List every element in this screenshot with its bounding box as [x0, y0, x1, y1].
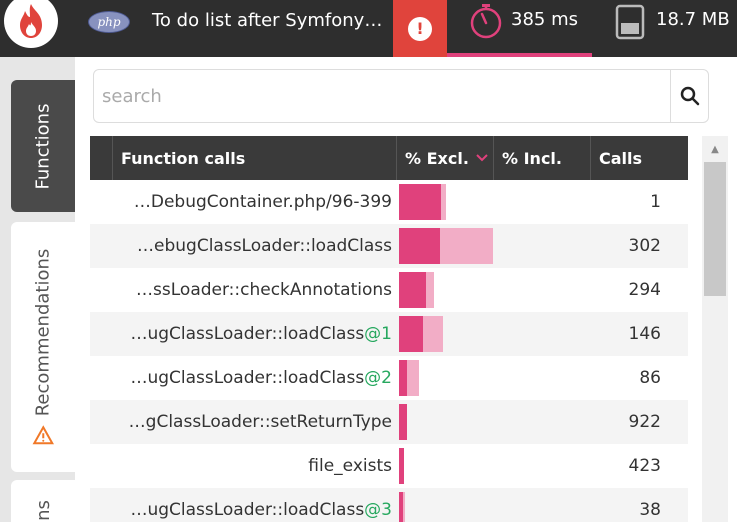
excl-bar [399, 492, 403, 522]
header-incl[interactable]: % Incl. [493, 136, 590, 180]
excl-bar [399, 360, 407, 396]
table-row[interactable]: …ugClassLoader::loadClass @3 38 [90, 488, 688, 522]
excl-bar [399, 448, 404, 484]
php-badge: php [88, 11, 130, 33]
search-button[interactable] [670, 70, 708, 122]
tab-recommendations-label: Recommendations [32, 248, 54, 416]
blackfire-logo[interactable] [4, 0, 58, 48]
flame-icon [20, 4, 42, 38]
tab-recommendations[interactable]: Recommendations [11, 222, 75, 472]
memory-value[interactable]: 18.7 MB [656, 9, 730, 30]
function-name: …DebugContainer.php/96-399 [133, 192, 392, 212]
header-calls[interactable]: Calls [590, 136, 688, 180]
function-name: …ssLoader::checkAnnotations [136, 280, 392, 300]
header-excl-label: % Excl. [405, 148, 469, 168]
header-function-calls[interactable]: Function calls [112, 136, 396, 180]
excl-bar [399, 184, 441, 220]
time-value: 385 ms [511, 9, 578, 30]
table-row[interactable]: …ebugClassLoader::loadClass 302 [90, 224, 688, 268]
search-box [93, 69, 709, 123]
warning-icon [32, 424, 54, 444]
table-row[interactable]: …ssLoader::checkAnnotations 294 [90, 268, 688, 312]
calls-count: 1 [650, 192, 661, 212]
table-row[interactable]: …ugClassLoader::loadClass @1 146 [90, 312, 688, 356]
scroll-thumb[interactable] [704, 162, 726, 296]
header-excl[interactable]: % Excl. [396, 136, 493, 180]
stopwatch-icon [470, 4, 502, 39]
table-row[interactable]: file_exists 423 [90, 444, 688, 488]
function-name: …ebugClassLoader::loadClass [137, 236, 392, 256]
php-badge-label: php [97, 15, 121, 29]
table-row[interactable]: …ugClassLoader::loadClass @2 86 [90, 356, 688, 400]
tab-functions[interactable]: Functions [11, 80, 75, 212]
function-name: …ugClassLoader::loadClass @1 [130, 324, 392, 344]
calls-count: 423 [628, 456, 661, 476]
search-icon [680, 86, 699, 106]
table-header: Function calls % Excl. % Incl. Calls [90, 136, 688, 180]
calls-count: 86 [639, 368, 661, 388]
scroll-up-icon[interactable]: ▲ [702, 136, 728, 162]
excl-bar [399, 404, 407, 440]
function-name: …ugClassLoader::loadClass @2 [130, 368, 392, 388]
function-name: …ugClassLoader::loadClass @3 [130, 500, 392, 520]
memory-icon [615, 4, 645, 40]
excl-bar [399, 272, 426, 308]
profile-title[interactable]: To do list after Symfony… [152, 10, 382, 31]
excl-bar [399, 316, 423, 352]
sort-desc-icon [476, 154, 488, 162]
function-calls-table: …DebugContainer.php/96-399 1 …ebugClassL… [90, 180, 688, 522]
table-row[interactable]: …gClassLoader::setReturnType 922 [90, 400, 688, 444]
calls-count: 302 [628, 236, 661, 256]
function-name: …gClassLoader::setReturnType [128, 412, 392, 432]
header-calls-label: Calls [599, 148, 643, 168]
time-metric[interactable]: 385 ms [447, 0, 592, 57]
excl-bar [399, 228, 440, 264]
calls-count: 38 [639, 500, 661, 520]
tab-third[interactable]: ns [11, 480, 75, 522]
calls-count: 294 [628, 280, 661, 300]
tab-functions-label: Functions [32, 103, 54, 189]
header-incl-label: % Incl. [502, 148, 562, 168]
table-row[interactable]: …DebugContainer.php/96-399 1 [90, 180, 688, 224]
alert-icon: ! [408, 16, 432, 41]
alert-button[interactable]: ! [393, 0, 447, 57]
calls-count: 922 [628, 412, 661, 432]
function-name: file_exists [308, 456, 392, 476]
header-spacer [90, 136, 112, 180]
header-function-calls-label: Function calls [121, 148, 246, 168]
top-bar: php To do list after Symfony… ! 385 ms 1… [0, 0, 737, 57]
search-input[interactable] [94, 70, 672, 122]
table-scrollbar[interactable]: ▲ [702, 136, 728, 522]
calls-count: 146 [628, 324, 661, 344]
tab-third-label: ns [32, 499, 54, 521]
